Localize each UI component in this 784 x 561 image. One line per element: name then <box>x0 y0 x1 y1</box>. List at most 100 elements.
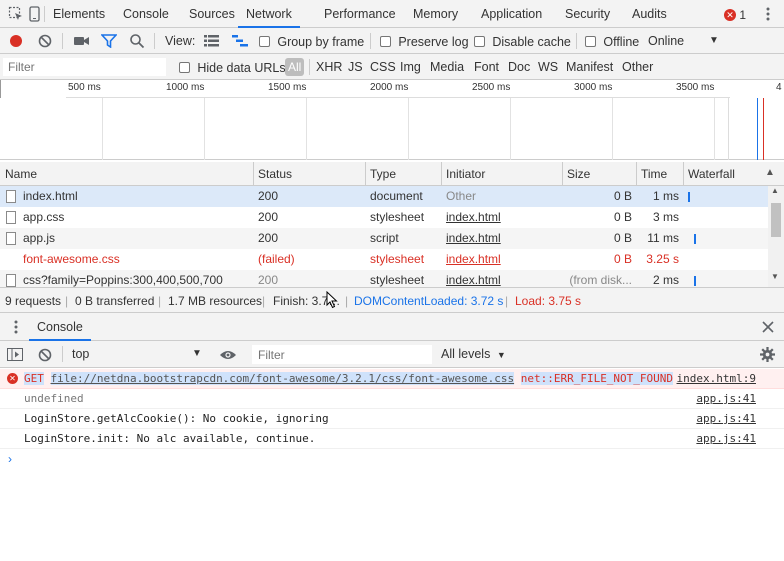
offline-checkbox[interactable]: Offline <box>585 28 639 55</box>
column-header-waterfall[interactable]: Waterfall <box>688 162 735 186</box>
table-row[interactable]: index.html 200 document Other 0 B 1 ms <box>0 186 768 207</box>
show-sidebar-icon[interactable] <box>7 348 23 361</box>
waterfall-bar <box>694 234 696 244</box>
column-header-time[interactable]: Time <box>641 162 667 186</box>
console-log-message: LoginStore.getAlcCookie(): No cookie, ig… <box>0 409 784 429</box>
type-filter-xhr[interactable]: XHR <box>316 54 342 80</box>
live-expression-eye-icon[interactable] <box>219 349 237 361</box>
drawer-tab-console[interactable]: Console <box>29 313 91 341</box>
search-icon[interactable] <box>129 33 145 49</box>
table-row-failed[interactable]: font-awesome.css (failed) stylesheet ind… <box>0 249 768 270</box>
hide-data-urls-checkbox[interactable]: Hide data URLs <box>179 54 286 81</box>
console-log-message: undefined app.js:41 <box>0 389 784 409</box>
table-row[interactable]: app.js 200 script index.html 0 B 11 ms <box>0 228 768 249</box>
tab-application[interactable]: Application <box>481 0 542 28</box>
type-filter-other[interactable]: Other <box>622 54 653 80</box>
error-count: 1 <box>739 7 747 22</box>
capture-screenshots-icon[interactable] <box>73 34 90 48</box>
error-source-link[interactable]: index.html:9 <box>677 369 756 389</box>
type-filter-doc[interactable]: Doc <box>508 54 530 80</box>
tab-console[interactable]: Console <box>123 0 169 28</box>
close-drawer-icon[interactable] <box>762 321 774 333</box>
clear-icon[interactable] <box>37 33 53 49</box>
tab-network[interactable]: Network <box>238 0 300 28</box>
type-filter-media[interactable]: Media <box>430 54 464 80</box>
tab-security[interactable]: Security <box>565 0 610 28</box>
type-filter-font[interactable]: Font <box>474 54 499 80</box>
row-status: 200 <box>258 231 279 245</box>
console-settings-gear-icon[interactable] <box>760 347 775 362</box>
row-initiator-link[interactable]: index.html <box>446 249 501 270</box>
timeline-overview[interactable]: 500 ms 1000 ms 1500 ms 2000 ms 2500 ms 3… <box>0 80 784 160</box>
console-messages: ✕ GET file://netdna.bootstrapcdn.com/fon… <box>0 369 784 561</box>
network-summary-bar: 9 requests | 0 B transferred | 1.7 MB re… <box>0 287 784 313</box>
type-filter-css[interactable]: CSS <box>370 54 396 80</box>
timeline-tick: 4 <box>776 82 782 93</box>
column-header-size[interactable]: Size <box>567 162 590 186</box>
row-time: 11 ms <box>647 231 679 245</box>
type-filter-img[interactable]: Img <box>400 54 421 80</box>
drawer-menu-icon[interactable] <box>14 320 18 334</box>
device-toolbar-icon[interactable] <box>28 6 42 22</box>
row-initiator-link[interactable]: index.html <box>446 270 501 287</box>
tab-memory[interactable]: Memory <box>413 0 458 28</box>
type-filter-js[interactable]: JS <box>348 54 363 80</box>
filter-input[interactable] <box>2 57 167 77</box>
scroll-up-arrow-icon[interactable]: ▲ <box>771 186 779 195</box>
record-button[interactable] <box>8 33 24 49</box>
more-options-icon[interactable] <box>766 7 770 21</box>
tab-elements[interactable]: Elements <box>53 0 105 28</box>
waterfall-overview-icon[interactable] <box>232 35 248 47</box>
row-type: document <box>370 189 423 203</box>
error-count-badge[interactable]: ✕ 1 <box>724 7 747 22</box>
type-filter-all[interactable]: All <box>285 58 305 76</box>
timeline-tick: 1500 ms <box>268 82 307 93</box>
console-prompt[interactable]: › <box>0 449 784 471</box>
script-file-icon <box>6 232 16 245</box>
preserve-log-checkbox[interactable]: Preserve log <box>380 28 469 55</box>
dropdown-arrow-icon: ▼ <box>709 35 719 46</box>
table-row[interactable]: app.css 200 stylesheet index.html 0 B 3 … <box>0 207 768 228</box>
table-row[interactable]: css?family=Poppins:300,400,500,700 200 s… <box>0 270 768 287</box>
document-file-icon <box>6 190 16 203</box>
type-filter-manifest[interactable]: Manifest <box>566 54 613 80</box>
type-filter-ws[interactable]: WS <box>538 54 558 80</box>
group-by-frame-label: Group by frame <box>277 34 365 49</box>
large-rows-icon[interactable] <box>204 35 219 47</box>
column-header-initiator[interactable]: Initiator <box>446 162 485 186</box>
table-scrollbar[interactable]: ▲ ▼ <box>768 186 784 287</box>
group-by-frame-checkbox[interactable]: Group by frame <box>259 28 364 55</box>
disable-cache-checkbox[interactable]: Disable cache <box>474 28 571 55</box>
row-time: 3 ms <box>652 210 679 224</box>
sort-ascending-icon: ▲ <box>765 167 775 178</box>
log-source-link[interactable]: app.js:41 <box>696 389 756 409</box>
console-filter-input[interactable] <box>251 344 433 365</box>
row-size: 0 B <box>613 231 632 245</box>
log-levels-select[interactable]: All levels ▼ <box>441 341 506 369</box>
error-icon: ✕ <box>7 373 18 384</box>
row-initiator-link[interactable]: index.html <box>446 207 501 228</box>
tab-sources[interactable]: Sources <box>189 0 235 28</box>
requests-table-header: Name Status Type Initiator Size Time Wat… <box>0 162 784 186</box>
stylesheet-file-icon <box>6 274 16 287</box>
row-status: 200 <box>258 210 279 224</box>
scroll-down-arrow-icon[interactable]: ▼ <box>771 272 779 281</box>
column-header-status[interactable]: Status <box>258 162 292 186</box>
tab-performance[interactable]: Performance <box>324 0 396 28</box>
context-select[interactable]: top ▼ <box>66 344 206 364</box>
column-header-name[interactable]: Name <box>5 162 37 186</box>
clear-console-icon[interactable] <box>37 347 53 363</box>
log-source-link[interactable]: app.js:41 <box>696 409 756 429</box>
throttling-select[interactable]: Online ▼ <box>648 28 722 54</box>
error-url-link[interactable]: file://netdna.bootstrapcdn.com/font-awes… <box>50 372 515 385</box>
scrollbar-thumb[interactable] <box>771 203 781 237</box>
tab-audits[interactable]: Audits <box>632 0 667 28</box>
row-size: 0 B <box>613 189 632 203</box>
dropdown-arrow-icon: ▼ <box>496 350 506 360</box>
dom-content-loaded-marker <box>757 98 758 160</box>
filter-icon[interactable] <box>101 34 117 48</box>
inspect-element-icon[interactable] <box>8 6 24 22</box>
row-initiator-link[interactable]: index.html <box>446 228 501 249</box>
log-source-link[interactable]: app.js:41 <box>696 429 756 449</box>
column-header-type[interactable]: Type <box>370 162 396 186</box>
